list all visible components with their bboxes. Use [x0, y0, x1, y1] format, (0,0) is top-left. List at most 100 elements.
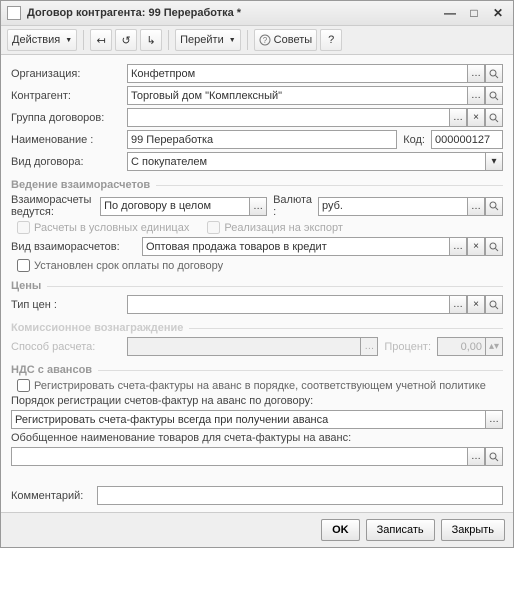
commission-method-label: Способ расчета:	[11, 341, 121, 353]
commission-percent-spin-button: ▴▾	[485, 337, 503, 356]
back-arrow-icon: ↤	[97, 34, 106, 47]
settlement-kind-select-button[interactable]: …	[449, 237, 467, 256]
comment-label: Комментарий:	[11, 490, 91, 502]
price-type-input[interactable]	[127, 295, 449, 314]
bottom-bar: OK Записать Закрыть	[1, 512, 513, 547]
organization-select-button[interactable]: …	[467, 64, 485, 83]
back-button[interactable]: ↤	[90, 29, 112, 51]
name-input[interactable]	[127, 130, 397, 149]
actions-menu[interactable]: Действия ▼	[7, 29, 77, 51]
contract-group-label: Группа договоров:	[11, 112, 121, 124]
minimize-button[interactable]: —	[441, 5, 459, 21]
payment-term-checkbox-label: Установлен срок оплаты по договору	[34, 260, 223, 272]
contract-group-select-button[interactable]: …	[449, 108, 467, 127]
ok-button[interactable]: OK	[321, 519, 360, 541]
section-prices: Цены	[11, 280, 503, 292]
currency-input[interactable]	[318, 197, 467, 216]
counterparty-input[interactable]	[127, 86, 467, 105]
advice-icon: ?	[259, 34, 271, 46]
organization-input[interactable]	[127, 64, 467, 83]
contract-type-select[interactable]	[127, 152, 485, 171]
goto-menu[interactable]: Перейти ▼	[175, 29, 241, 51]
magnifier-icon	[489, 69, 499, 79]
currency-label: Валюта :	[273, 194, 312, 218]
maximize-button[interactable]: □	[465, 5, 483, 21]
structure-icon: ↳	[147, 34, 156, 47]
settlement-kind-label: Вид взаиморасчетов:	[11, 241, 136, 253]
refresh-icon: ↺	[122, 34, 131, 47]
help-button[interactable]: ?	[320, 29, 342, 51]
currency-open-button[interactable]	[485, 197, 503, 216]
contract-type-dropdown-button[interactable]: ▾	[485, 152, 503, 171]
commission-method-select-button: …	[360, 337, 378, 356]
magnifier-icon	[489, 113, 499, 123]
svg-text:?: ?	[262, 36, 267, 45]
separator	[247, 30, 248, 50]
organization-label: Организация:	[11, 68, 121, 80]
commission-percent-input	[437, 337, 485, 356]
magnifier-icon	[489, 452, 499, 462]
vat-register-checkbox-label: Регистрировать счета-фактуры на аванс в …	[34, 380, 486, 392]
magnifier-icon	[489, 91, 499, 101]
vat-summary-open-button[interactable]	[485, 447, 503, 466]
separator	[168, 30, 169, 50]
section-commission: Комиссионное вознаграждение	[11, 322, 503, 334]
price-type-select-button[interactable]: …	[449, 295, 467, 314]
structure-button[interactable]: ↳	[140, 29, 162, 51]
title-bar: Договор контрагента: 99 Переработка * — …	[1, 1, 513, 26]
settlement-kind-input[interactable]	[142, 237, 449, 256]
vat-order-select[interactable]	[11, 410, 485, 429]
close-form-button[interactable]: Закрыть	[441, 519, 505, 541]
conditional-units-checkbox: Расчеты в условных единицах	[17, 221, 189, 234]
settlement-kind-clear-button[interactable]: ×	[467, 237, 485, 256]
commission-percent-label: Процент:	[384, 341, 431, 353]
conditional-units-checkbox-label: Расчеты в условных единицах	[34, 222, 189, 234]
comment-input[interactable]	[97, 486, 503, 505]
counterparty-label: Контрагент:	[11, 90, 121, 102]
form-area: Организация: … Контрагент: … Группа дого…	[1, 55, 513, 512]
settlement-mode-select[interactable]	[100, 197, 249, 216]
advice-button[interactable]: ? Советы	[254, 29, 317, 51]
vat-register-checkbox-input[interactable]	[17, 379, 30, 392]
payment-term-checkbox[interactable]: Установлен срок оплаты по договору	[17, 259, 223, 272]
vat-summary-input[interactable]	[11, 447, 467, 466]
export-checkbox: Реализация на экспорт	[207, 221, 343, 234]
separator	[83, 30, 84, 50]
save-button[interactable]: Записать	[366, 519, 435, 541]
app-icon	[7, 6, 21, 20]
magnifier-icon	[489, 242, 499, 252]
close-button[interactable]: ✕	[489, 5, 507, 21]
dropdown-icon: ▼	[65, 37, 72, 44]
vat-order-dropdown-button[interactable]: …	[485, 410, 503, 429]
window-title: Договор контрагента: 99 Переработка *	[27, 7, 241, 19]
currency-select-button[interactable]: …	[467, 197, 485, 216]
refresh-button[interactable]: ↺	[115, 29, 137, 51]
code-label: Код:	[403, 134, 425, 146]
counterparty-open-button[interactable]	[485, 86, 503, 105]
settlement-mode-label: Взаиморасчеты ведутся:	[11, 194, 94, 218]
goto-label: Перейти	[180, 34, 224, 46]
contract-group-clear-button[interactable]: ×	[467, 108, 485, 127]
vat-summary-label: Обобщенное наименование товаров для счет…	[11, 432, 503, 444]
commission-method-input	[127, 337, 360, 356]
magnifier-icon	[489, 300, 499, 310]
counterparty-select-button[interactable]: …	[467, 86, 485, 105]
payment-term-checkbox-input[interactable]	[17, 259, 30, 272]
code-input[interactable]	[431, 130, 503, 149]
name-label: Наименование :	[11, 134, 121, 146]
window-frame: Договор контрагента: 99 Переработка * — …	[0, 0, 514, 548]
price-type-open-button[interactable]	[485, 295, 503, 314]
section-settlements: Ведение взаиморасчетов	[11, 179, 503, 191]
vat-register-checkbox[interactable]: Регистрировать счета-фактуры на аванс в …	[17, 379, 486, 392]
magnifier-icon	[489, 201, 499, 211]
organization-open-button[interactable]	[485, 64, 503, 83]
price-type-clear-button[interactable]: ×	[467, 295, 485, 314]
toolbar: Действия ▼ ↤ ↺ ↳ Перейти ▼ ? Советы ?	[1, 26, 513, 55]
vat-order-label: Порядок регистрации счетов-фактур на ава…	[11, 395, 503, 407]
contract-group-open-button[interactable]	[485, 108, 503, 127]
contract-group-input[interactable]	[127, 108, 449, 127]
vat-summary-select-button[interactable]: …	[467, 447, 485, 466]
settlement-kind-open-button[interactable]	[485, 237, 503, 256]
export-checkbox-input	[207, 221, 220, 234]
settlement-mode-dropdown-button[interactable]: …	[249, 197, 267, 216]
